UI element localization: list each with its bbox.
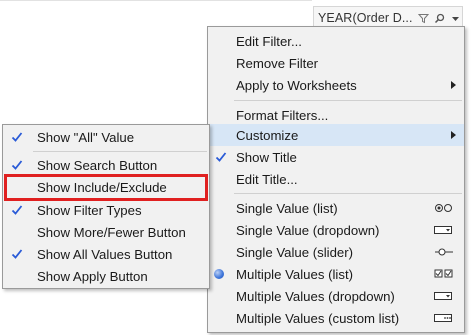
submenu-item-label: Show Apply Button	[37, 268, 148, 284]
menu-item-show-title[interactable]: Show Title	[208, 146, 464, 168]
menu-separator	[234, 100, 462, 101]
submenu-arrow-icon	[451, 81, 456, 89]
submenu-item-show-all-value[interactable]: Show "All" Value	[3, 126, 209, 148]
menu-item-label: Single Value (dropdown)	[236, 222, 380, 238]
selected-radio-icon	[214, 269, 224, 279]
submenu-item-show-include-exclude[interactable]: Show Include/Exclude	[3, 176, 209, 198]
menu-item-label: Single Value (slider)	[236, 244, 354, 260]
filter-context-menu: Edit Filter... Remove Filter Apply to Wo…	[207, 26, 465, 333]
submenu-item-show-all-values-button[interactable]: Show All Values Button	[3, 243, 209, 265]
menu-item-format-filters[interactable]: Format Filters...	[208, 104, 464, 126]
menu-item-label: Edit Title...	[236, 171, 298, 187]
menu-item-label: Multiple Values (custom list)	[236, 310, 400, 326]
submenu-item-label: Show Search Button	[37, 157, 158, 173]
submenu-item-label: Show Include/Exclude	[37, 179, 167, 195]
funnel-icon[interactable]	[417, 12, 430, 25]
menu-item-customize[interactable]: Customize	[208, 124, 464, 146]
menu-separator	[33, 151, 207, 152]
customize-submenu: Show "All" Value Show Search Button Show…	[2, 124, 210, 289]
menu-item-apply-to-worksheets[interactable]: Apply to Worksheets	[208, 74, 464, 96]
dropdown-arrow-icon[interactable]	[449, 12, 462, 25]
filter-card-title: YEAR(Order D...	[318, 11, 413, 25]
custom-list-mode-icon	[434, 312, 454, 324]
submenu-item-label: Show Filter Types	[37, 202, 142, 218]
menu-item-label: Multiple Values (list)	[236, 266, 354, 282]
radio-list-icon	[434, 202, 454, 214]
menu-item-edit-filter[interactable]: Edit Filter...	[208, 30, 464, 52]
submenu-item-show-apply-button[interactable]: Show Apply Button	[3, 265, 209, 287]
submenu-arrow-icon	[451, 131, 456, 139]
checkmark-icon	[9, 129, 25, 145]
submenu-item-show-more-fewer-button[interactable]: Show More/Fewer Button	[3, 221, 209, 243]
worksheet-edge	[0, 0, 312, 1]
checkmark-icon	[9, 246, 25, 262]
menu-separator	[234, 193, 462, 194]
menu-item-label: Format Filters...	[236, 107, 329, 123]
checkbox-list-icon	[434, 268, 454, 280]
submenu-item-label: Show "All" Value	[37, 129, 135, 145]
menu-item-label: Show Title	[236, 149, 297, 165]
submenu-item-show-filter-types[interactable]: Show Filter Types	[3, 199, 209, 221]
menu-item-label: Remove Filter	[236, 55, 319, 71]
menu-item-single-value-dropdown[interactable]: Single Value (dropdown)	[208, 219, 464, 241]
menu-item-label: Apply to Worksheets	[236, 77, 357, 93]
menu-item-single-value-list[interactable]: Single Value (list)	[208, 197, 464, 219]
menu-item-multiple-values-custom-list[interactable]: Multiple Values (custom list)	[208, 307, 464, 329]
menu-item-multiple-values-dropdown[interactable]: Multiple Values (dropdown)	[208, 285, 464, 307]
tableau-filter-context-menu: YEAR(Order D... Edit Filter... Remove Fi…	[0, 0, 474, 335]
checkmark-icon	[213, 149, 229, 165]
menu-item-label: Customize	[236, 127, 299, 143]
menu-item-remove-filter[interactable]: Remove Filter	[208, 52, 464, 74]
menu-item-single-value-slider[interactable]: Single Value (slider)	[208, 241, 464, 263]
submenu-item-label: Show All Values Button	[37, 246, 173, 262]
checkmark-icon	[9, 202, 25, 218]
search-icon[interactable]	[433, 12, 446, 25]
submenu-item-show-search-button[interactable]: Show Search Button	[3, 154, 209, 176]
menu-item-label: Edit Filter...	[236, 33, 302, 49]
menu-item-edit-title[interactable]: Edit Title...	[208, 168, 464, 190]
menu-item-multiple-values-list[interactable]: Multiple Values (list)	[208, 263, 464, 285]
slider-mode-icon	[434, 246, 454, 258]
menu-item-label: Single Value (list)	[236, 200, 338, 216]
menu-item-label: Multiple Values (dropdown)	[236, 288, 395, 304]
checkmark-icon	[9, 157, 25, 173]
submenu-item-label: Show More/Fewer Button	[37, 224, 186, 240]
multi-dropdown-mode-icon	[434, 290, 454, 302]
dropdown-mode-icon	[434, 224, 454, 236]
